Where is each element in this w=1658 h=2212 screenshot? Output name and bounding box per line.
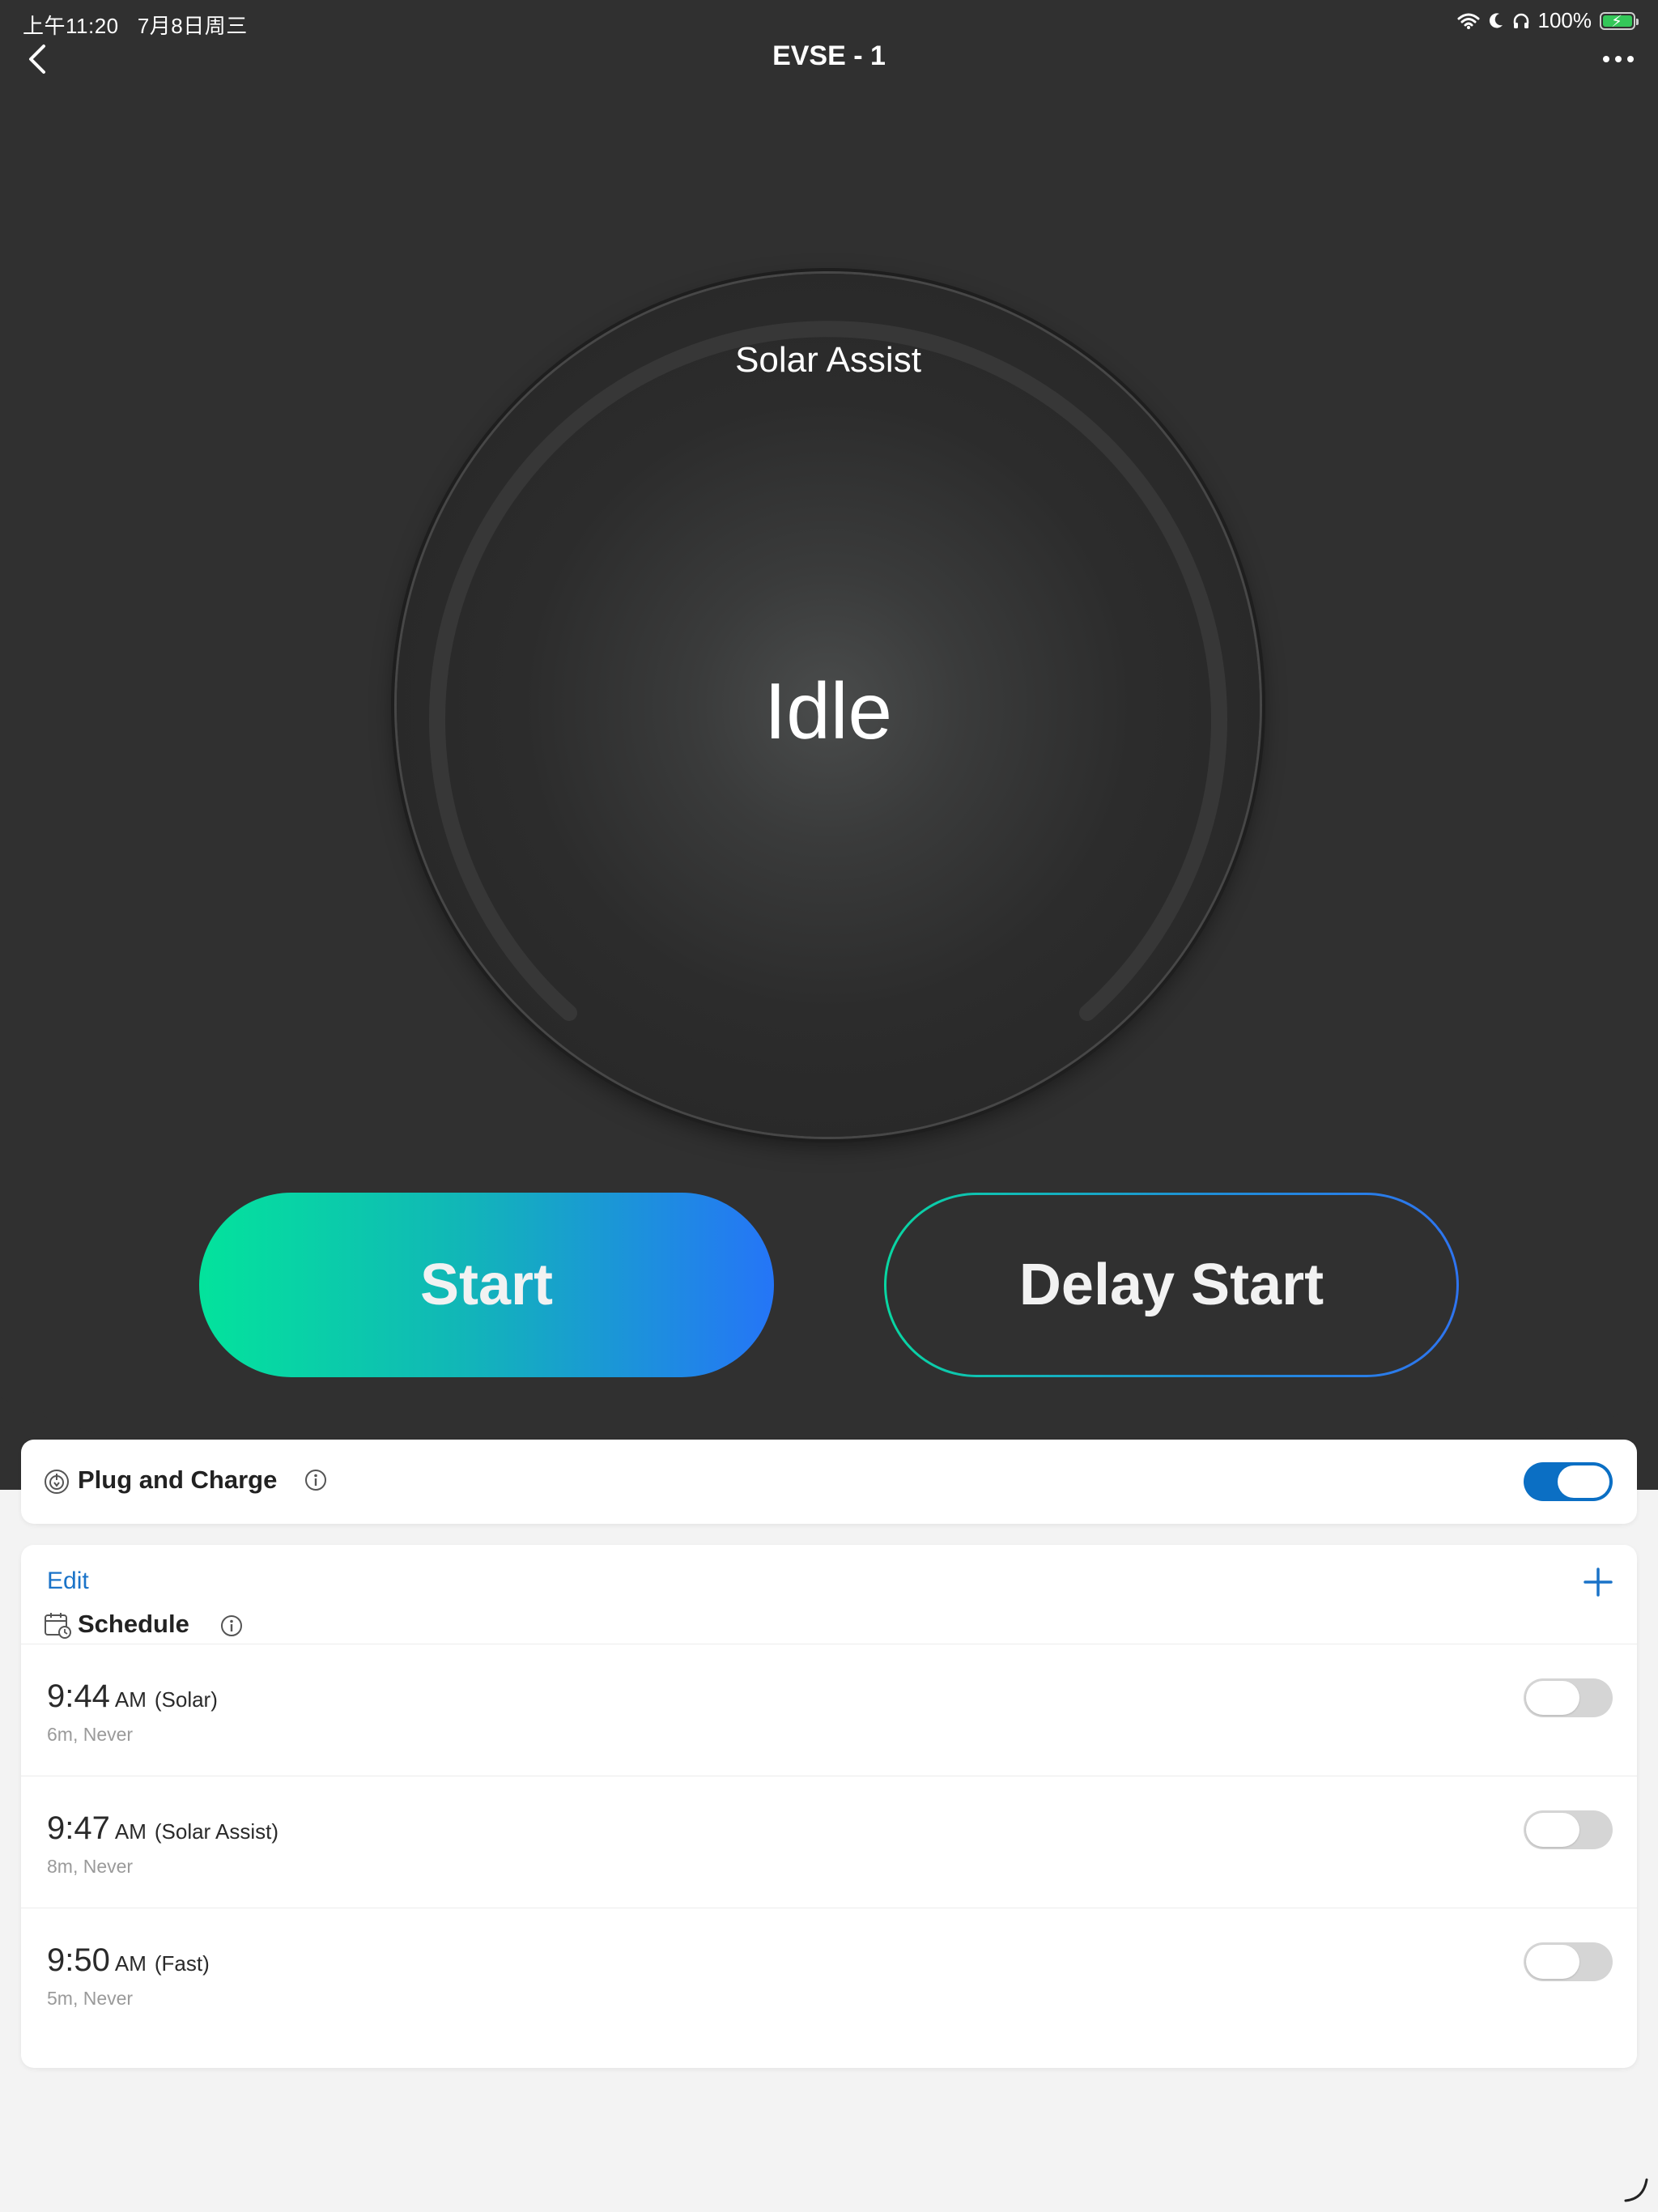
delay-start-label: Delay Start (886, 1195, 1456, 1375)
plug-and-charge-toggle[interactable] (1524, 1462, 1613, 1501)
more-icon-dot (1627, 56, 1634, 62)
start-button[interactable]: Start (199, 1193, 774, 1377)
schedule-card: Edit Schedule 9:44 AM (Solar) 6m, Never 9:… (21, 1545, 1637, 2068)
schedule-time: 9:47 AM (Solar Assist) (47, 1810, 278, 1847)
schedule-mode: (Solar) (154, 1687, 218, 1712)
schedule-detail: 8m, Never (47, 1856, 134, 1877)
charging-mode-label: Solar Assist (735, 340, 921, 380)
info-icon[interactable] (304, 1469, 327, 1491)
schedule-row[interactable]: 9:50 AM (Fast) 5m, Never (21, 1908, 1637, 2040)
info-icon[interactable] (220, 1614, 243, 1637)
edit-schedule-button[interactable]: Edit (47, 1568, 89, 1595)
schedule-row[interactable]: 9:47 AM (Solar Assist) 8m, Never (21, 1776, 1637, 1908)
schedule-time-value: 9:44 (47, 1678, 110, 1714)
calendar-clock-icon (45, 1613, 71, 1639)
schedule-time: 9:50 AM (Fast) (47, 1942, 210, 1979)
schedule-toggle[interactable] (1524, 1810, 1613, 1849)
add-schedule-button[interactable] (1582, 1566, 1614, 1598)
schedule-time-value: 9:47 (47, 1810, 110, 1846)
schedule-toggle[interactable] (1524, 1678, 1613, 1717)
schedule-title: Schedule (78, 1610, 189, 1638)
schedule-ampm: AM (114, 1687, 147, 1712)
nav-bar: EVSE - 1 (0, 32, 1658, 89)
toggle-knob (1526, 1945, 1579, 1979)
schedule-time-value: 9:50 (47, 1942, 110, 1978)
schedule-detail: 6m, Never (47, 1724, 134, 1745)
headphones-icon (1513, 13, 1528, 28)
more-icon-dot (1603, 56, 1609, 62)
schedule-detail: 5m, Never (47, 1988, 134, 2009)
schedule-mode: (Fast) (154, 1951, 210, 1976)
more-options-button[interactable] (1590, 39, 1647, 79)
schedule-ampm: AM (114, 1819, 147, 1844)
schedule-ampm: AM (114, 1951, 147, 1976)
schedule-mode: (Solar Assist) (154, 1819, 279, 1844)
plug-and-charge-card: Plug and Charge (21, 1440, 1637, 1524)
plug-charge-icon (45, 1470, 69, 1494)
schedule-time: 9:44 AM (Solar) (47, 1678, 218, 1715)
plug-and-charge-label: Plug and Charge (78, 1465, 278, 1494)
schedule-row[interactable]: 9:44 AM (Solar) 6m, Never (21, 1644, 1637, 1776)
charging-status-label: Idle (763, 666, 892, 755)
toggle-knob (1526, 1681, 1579, 1715)
wifi-icon (1457, 13, 1479, 29)
charging-status-gauge: Solar Assist Idle (397, 274, 1260, 1137)
toggle-knob (1526, 1813, 1579, 1847)
more-icon-dot (1615, 56, 1622, 62)
toggle-knob (1558, 1465, 1609, 1498)
resize-handle-icon (1624, 2178, 1648, 2202)
page-title: EVSE - 1 (772, 40, 886, 71)
schedule-toggle[interactable] (1524, 1942, 1613, 1981)
battery-percent: 100% (1537, 8, 1592, 32)
moon-icon (1489, 12, 1503, 28)
status-icons: 100% ⚡ (1457, 8, 1639, 33)
delay-start-button[interactable]: Delay Start (884, 1193, 1459, 1377)
battery-icon: ⚡ (1600, 11, 1639, 31)
